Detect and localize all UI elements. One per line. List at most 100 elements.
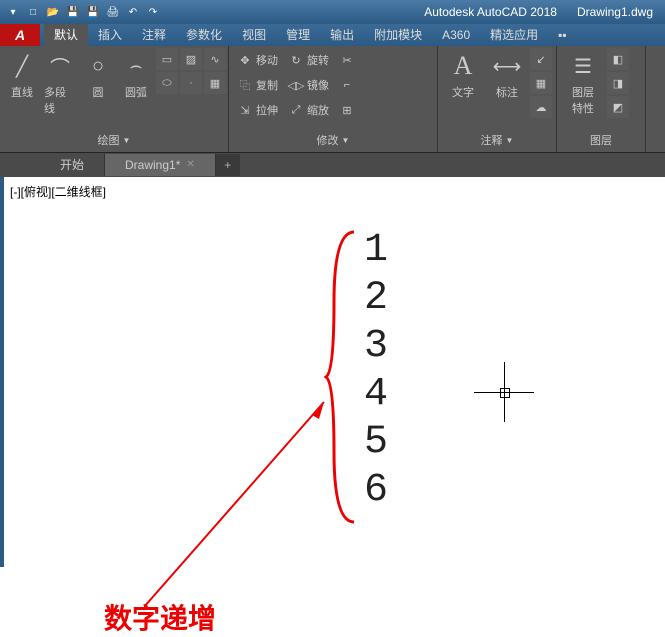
dim-button[interactable]: ⟷标注 — [486, 48, 528, 102]
layer-props-button[interactable]: ☰图层 特性 — [561, 48, 605, 118]
tab-parametric[interactable]: 参数化 — [176, 24, 232, 46]
rotate-button[interactable]: ↻旋转 — [284, 50, 333, 70]
new-icon[interactable]: □ — [24, 3, 42, 21]
drawing-canvas[interactable]: [-][俯视][二维线框] 1 2 3 4 5 6 数字递增 — [0, 177, 665, 567]
view-controls-label[interactable]: [-][俯视][二维线框] — [10, 183, 106, 200]
cloud-icon[interactable]: ☁ — [530, 96, 552, 118]
doc-tab-drawing1[interactable]: Drawing1*✕ — [105, 154, 216, 176]
array-button[interactable]: ⊞ — [335, 100, 359, 120]
saveas-icon[interactable]: 💾 — [84, 3, 102, 21]
layer-off-icon[interactable]: ◩ — [607, 96, 629, 118]
layer-state-icon[interactable]: ◧ — [607, 48, 629, 70]
layers-icon: ☰ — [567, 50, 599, 82]
tab-more[interactable]: ▪▪ — [548, 24, 577, 46]
pickbox — [500, 388, 510, 398]
panel-layer-title[interactable]: 图层 — [561, 130, 641, 150]
trim-button[interactable]: ✂ — [335, 50, 359, 70]
tab-a360[interactable]: A360 — [432, 24, 480, 46]
table-icon[interactable]: ▦ — [530, 72, 552, 94]
title-bar: ▾ □ 📂 💾 💾 🖨 ↶ ↷ Autodesk AutoCAD 2018 Dr… — [0, 0, 665, 24]
text-button[interactable]: A文字 — [442, 48, 484, 102]
panel-draw: ╱直线 ⌒多段线 ○圆 ⌢圆弧 ▭ ▨ ∿ ⬭ · ▦ 绘图▼ — [0, 46, 229, 152]
open-icon[interactable]: 📂 — [44, 3, 62, 21]
tab-insert[interactable]: 插入 — [88, 24, 132, 46]
draw-small-buttons: ▭ ▨ ∿ ⬭ · ▦ — [156, 48, 226, 94]
save-icon[interactable]: 💾 — [64, 3, 82, 21]
num-4: 4 — [364, 371, 390, 419]
arc-button[interactable]: ⌢圆弧 — [118, 48, 154, 102]
panel-annotate: A文字 ⟷标注 ↙ ▦ ☁ 注释▼ — [438, 46, 557, 152]
fillet-icon: ⌐ — [339, 77, 355, 93]
new-tab-button[interactable]: + — [216, 154, 240, 176]
ribbon-tabs: A 默认 插入 注释 参数化 视图 管理 输出 附加模块 A360 精选应用 ▪… — [0, 24, 665, 46]
region-icon[interactable]: ▦ — [204, 72, 226, 94]
chevron-down-icon: ▼ — [123, 136, 131, 145]
line-button[interactable]: ╱直线 — [4, 48, 40, 102]
app-menu-arrow[interactable]: ▾ — [4, 3, 22, 21]
rotate-icon: ↻ — [288, 52, 304, 68]
fillet-button[interactable]: ⌐ — [335, 75, 359, 95]
line-icon: ╱ — [6, 50, 38, 82]
stretch-button[interactable]: ⇲拉伸 — [233, 100, 282, 120]
document-tabs: 开始 Drawing1*✕ + — [0, 153, 665, 177]
product-name: Autodesk AutoCAD 2018 — [424, 5, 557, 19]
tab-manage[interactable]: 管理 — [276, 24, 320, 46]
leader-icon[interactable]: ↙ — [530, 48, 552, 70]
num-3: 3 — [364, 323, 390, 371]
scale-icon: ⤢ — [288, 102, 304, 118]
point-icon[interactable]: · — [180, 72, 202, 94]
num-5: 5 — [364, 419, 390, 467]
scale-button[interactable]: ⤢缩放 — [284, 100, 333, 120]
panel-annotate-title[interactable]: 注释▼ — [442, 130, 552, 150]
num-1: 1 — [364, 227, 390, 275]
spline-icon[interactable]: ∿ — [204, 48, 226, 70]
ribbon: A 默认 插入 注释 参数化 视图 管理 输出 附加模块 A360 精选应用 ▪… — [0, 24, 665, 153]
plot-icon[interactable]: 🖨 — [104, 3, 122, 21]
ribbon-body: ╱直线 ⌒多段线 ○圆 ⌢圆弧 ▭ ▨ ∿ ⬭ · ▦ 绘图▼ ✥移动 ↻旋转 — [0, 46, 665, 152]
tab-addins[interactable]: 附加模块 — [364, 24, 432, 46]
quick-access-toolbar: ▾ □ 📂 💾 💾 🖨 ↶ ↷ — [4, 3, 162, 21]
panel-modify-title[interactable]: 修改▼ — [233, 130, 433, 150]
chevron-down-icon: ▼ — [342, 136, 350, 145]
tab-default[interactable]: 默认 — [44, 24, 88, 46]
file-name: Drawing1.dwg — [577, 5, 653, 19]
app-button[interactable]: A — [0, 24, 40, 46]
tab-annotate[interactable]: 注释 — [132, 24, 176, 46]
chevron-down-icon: ▼ — [506, 136, 514, 145]
ellipse-icon[interactable]: ⬭ — [156, 72, 178, 94]
move-icon: ✥ — [237, 52, 253, 68]
num-6: 6 — [364, 467, 390, 515]
polyline-button[interactable]: ⌒多段线 — [42, 48, 78, 118]
title-text: Autodesk AutoCAD 2018 Drawing1.dwg — [424, 5, 661, 19]
mirror-icon: ◁▷ — [288, 77, 304, 93]
copy-icon: ⿻ — [237, 77, 253, 93]
stretch-icon: ⇲ — [237, 102, 253, 118]
arc-icon: ⌢ — [120, 50, 152, 82]
redo-icon[interactable]: ↷ — [144, 3, 162, 21]
close-icon[interactable]: ✕ — [186, 154, 194, 176]
trim-icon: ✂ — [339, 52, 355, 68]
drawing-numbers: 1 2 3 4 5 6 — [364, 227, 390, 515]
arrow-annotation — [144, 397, 344, 617]
tab-featured[interactable]: 精选应用 — [480, 24, 548, 46]
polyline-icon: ⌒ — [44, 50, 76, 82]
copy-button[interactable]: ⿻复制 — [233, 75, 282, 95]
tab-output[interactable]: 输出 — [320, 24, 364, 46]
array-icon: ⊞ — [339, 102, 355, 118]
circle-icon: ○ — [82, 50, 114, 82]
num-2: 2 — [364, 275, 390, 323]
undo-icon[interactable]: ↶ — [124, 3, 142, 21]
rect-icon[interactable]: ▭ — [156, 48, 178, 70]
hatch-icon[interactable]: ▨ — [180, 48, 202, 70]
doc-tab-start[interactable]: 开始 — [40, 154, 105, 176]
move-button[interactable]: ✥移动 — [233, 50, 282, 70]
mirror-button[interactable]: ◁▷镜像 — [284, 75, 333, 95]
panel-layer: ☰图层 特性 ◧ ◨ ◩ 图层 — [557, 46, 646, 152]
layer-iso-icon[interactable]: ◨ — [607, 72, 629, 94]
tab-view[interactable]: 视图 — [232, 24, 276, 46]
panel-draw-title[interactable]: 绘图▼ — [4, 130, 224, 150]
panel-modify: ✥移动 ↻旋转 ✂ ⿻复制 ◁▷镜像 ⌐ ⇲拉伸 ⤢缩放 ⊞ 修改▼ — [229, 46, 438, 152]
circle-button[interactable]: ○圆 — [80, 48, 116, 102]
dim-icon: ⟷ — [491, 50, 523, 82]
text-icon: A — [447, 50, 479, 82]
